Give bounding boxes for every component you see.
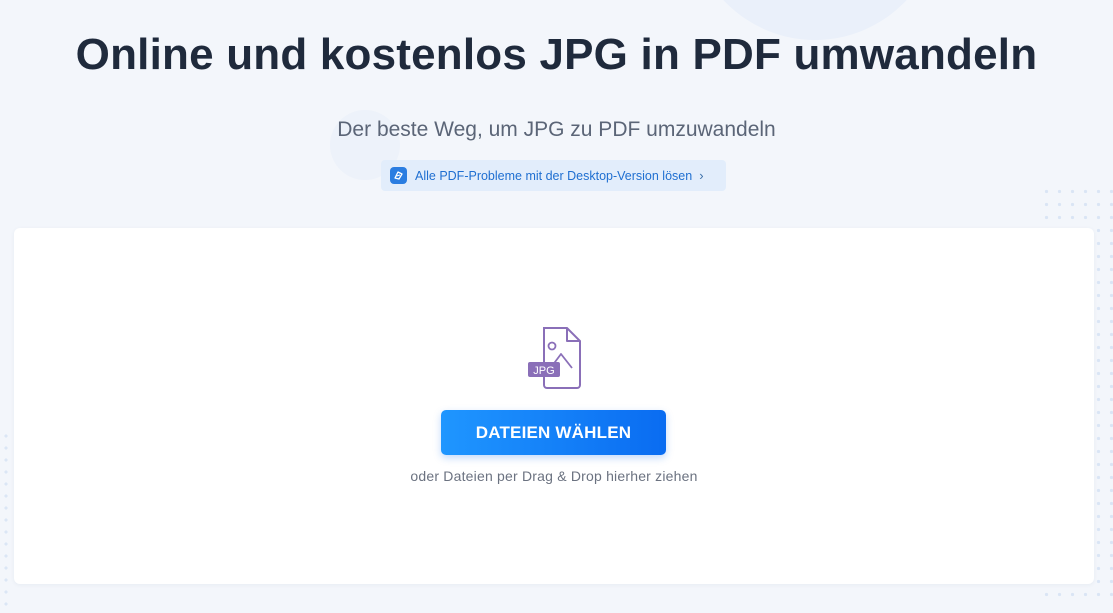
upload-dropzone[interactable]: JPG DATEIEN WÄHLEN oder Dateien per Drag… bbox=[14, 228, 1094, 584]
drag-drop-hint: oder Dateien per Drag & Drop hierher zie… bbox=[410, 468, 698, 484]
page-title: Online und kostenlos JPG in PDF umwandel… bbox=[75, 30, 1038, 79]
chevron-right-icon: › bbox=[699, 168, 704, 183]
choose-files-button[interactable]: DATEIEN WÄHLEN bbox=[441, 410, 666, 455]
desktop-version-link-label: Alle PDF-Probleme mit der Desktop-Versio… bbox=[415, 168, 693, 183]
file-type-badge: JPG bbox=[533, 365, 554, 377]
jpg-file-icon: JPG bbox=[528, 327, 581, 389]
page-subtitle: Der beste Weg, um JPG zu PDF umzuwandeln bbox=[337, 118, 776, 141]
app-logo-icon bbox=[390, 167, 407, 184]
desktop-version-link[interactable]: Alle PDF-Probleme mit der Desktop-Versio… bbox=[381, 160, 726, 191]
